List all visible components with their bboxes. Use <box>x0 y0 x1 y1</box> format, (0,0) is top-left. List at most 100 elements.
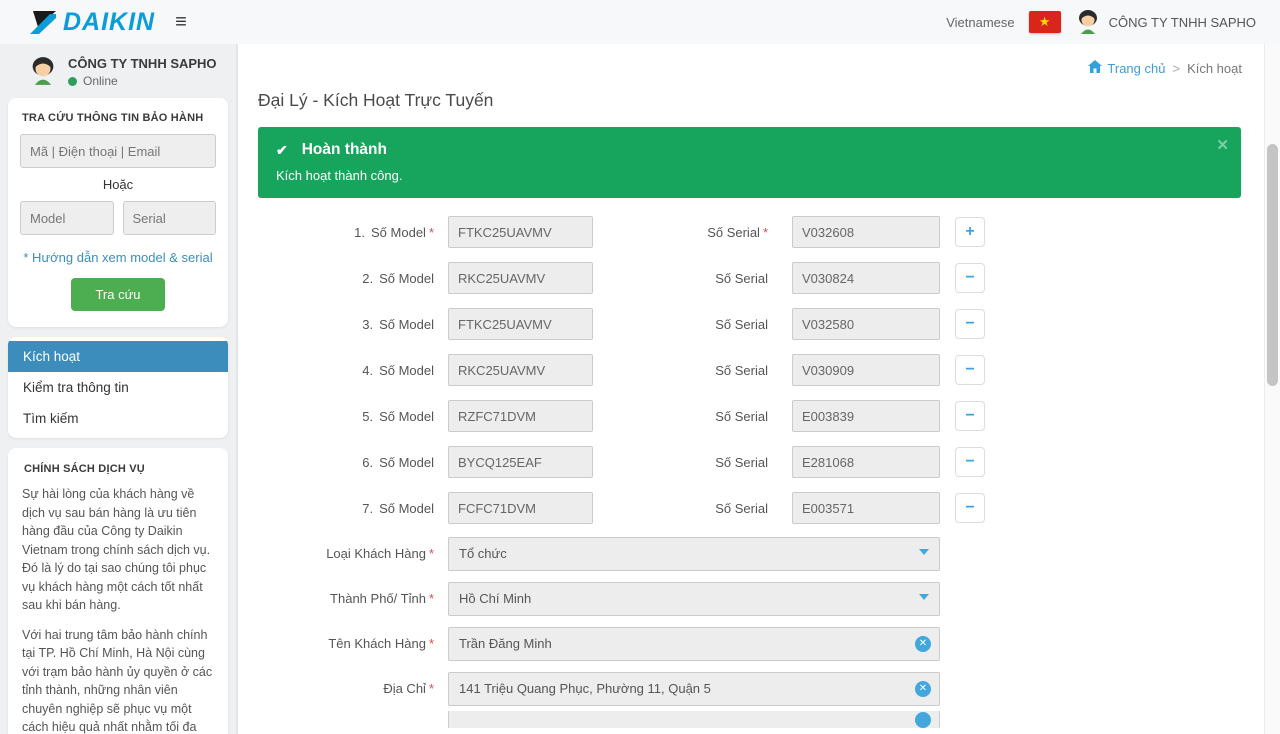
chevron-down-icon <box>919 594 929 600</box>
model-input-4[interactable] <box>448 354 593 386</box>
vertical-scrollbar[interactable] <box>1264 44 1280 734</box>
remove-unit-button[interactable]: − <box>955 401 985 431</box>
row-number: 6. <box>362 455 373 470</box>
clear-icon[interactable]: ✕ <box>915 636 931 652</box>
header-right: Vietnamese ★ CÔNG TY TNHH SAPHO <box>946 9 1256 35</box>
policy-paragraph-2: Với hai trung tâm bảo hành chính tại TP.… <box>22 626 214 734</box>
unit-row-4: 4.Số Model Số Serial − <box>258 347 1241 393</box>
sidebar-item-search[interactable]: Tìm kiếm <box>8 403 228 434</box>
model-label-text: Số Model <box>371 225 426 240</box>
header-user-menu[interactable]: CÔNG TY TNHH SAPHO <box>1075 9 1256 35</box>
policy-paragraph-1: Sự hài lòng của khách hàng về dịch vụ sa… <box>22 485 214 615</box>
customer-name-label: Tên Khách Hàng* <box>258 636 448 651</box>
model-input-5[interactable] <box>448 400 593 432</box>
alert-close-icon[interactable]: ✕ <box>1216 136 1229 154</box>
model-input-2[interactable] <box>448 262 593 294</box>
remove-unit-button[interactable]: − <box>955 355 985 385</box>
minus-icon: − <box>965 500 974 516</box>
breadcrumb-separator: > <box>1172 61 1180 76</box>
model-label-text: Số Model <box>379 501 434 516</box>
sidebar: CÔNG TY TNHH SAPHO Online TRA CỨU THÔNG … <box>0 44 237 734</box>
remove-unit-button[interactable]: − <box>955 493 985 523</box>
breadcrumb-home-link[interactable]: Trang chủ <box>1088 60 1165 76</box>
serial-input-3[interactable] <box>792 308 940 340</box>
unit-row-7: 7.Số Model Số Serial − <box>258 485 1241 531</box>
city-select[interactable]: Hồ Chí Minh <box>448 582 940 616</box>
serial-input-7[interactable] <box>792 492 940 524</box>
service-policy-card: CHÍNH SÁCH DỊCH VỤ Sự hài lòng của khách… <box>8 448 228 734</box>
city-row: Thành Phố/ Tỉnh* Hồ Chí Minh <box>258 576 1241 621</box>
daikin-logo-mark-icon <box>30 10 57 35</box>
model-input-6[interactable] <box>448 446 593 478</box>
cropped-input[interactable] <box>448 711 940 728</box>
sidebar-item-activate[interactable]: Kích hoạt <box>8 341 228 372</box>
row-number: 3. <box>362 317 373 332</box>
lookup-search-button[interactable]: Tra cứu <box>71 278 164 311</box>
city-label: Thành Phố/ Tỉnh* <box>258 591 448 606</box>
serial-input-1[interactable] <box>792 216 940 248</box>
next-field-row-cropped <box>258 711 1241 728</box>
serial-input-2[interactable] <box>792 262 940 294</box>
or-label: Hoặc <box>20 177 216 192</box>
online-status-label: Online <box>83 74 118 88</box>
language-label[interactable]: Vietnamese <box>946 15 1014 30</box>
header-user-name: CÔNG TY TNHH SAPHO <box>1109 15 1256 30</box>
serial-input-6[interactable] <box>792 446 940 478</box>
add-unit-button[interactable]: + <box>955 217 985 247</box>
serial-label-text: Số Serial <box>715 501 768 516</box>
customer-name-value: Trần Đăng Minh <box>459 636 552 651</box>
model-label: 1.Số Model* <box>258 225 448 240</box>
row-number: 1. <box>354 225 365 240</box>
activation-form: 1.Số Model* Số Serial* + 2.Số Model Số S… <box>258 209 1241 728</box>
main-content: Trang chủ > Kích hoạt Đại Lý - Kích Hoạt… <box>237 44 1264 734</box>
customer-type-select[interactable]: Tổ chức <box>448 537 940 571</box>
required-marker: * <box>763 225 768 240</box>
address-value: 141 Triệu Quang Phục, Phường 11, Quận 5 <box>459 681 711 696</box>
model-label-text: Số Model <box>379 317 434 332</box>
model-input-1[interactable] <box>448 216 593 248</box>
serial-input-4[interactable] <box>792 354 940 386</box>
customer-name-input[interactable]: Trần Đăng Minh <box>448 627 940 661</box>
customer-name-row: Tên Khách Hàng* Trần Đăng Minh ✕ <box>258 621 1241 666</box>
sidebar-item-check-info[interactable]: Kiểm tra thông tin <box>8 372 228 403</box>
remove-unit-button[interactable]: − <box>955 263 985 293</box>
model-serial-guide-link[interactable]: * Hướng dẫn xem model & serial <box>20 250 216 265</box>
hamburger-menu-icon[interactable]: ≡ <box>175 12 187 32</box>
address-label: Địa Chỉ* <box>258 681 448 696</box>
address-row: Địa Chỉ* 141 Triệu Quang Phục, Phường 11… <box>258 666 1241 711</box>
serial-label: Số Serial <box>593 409 792 424</box>
serial-label: Số Serial* <box>593 225 792 240</box>
serial-label-text: Số Serial <box>707 225 760 240</box>
serial-input-5[interactable] <box>792 400 940 432</box>
scrollbar-thumb[interactable] <box>1267 144 1278 386</box>
warranty-lookup-card: TRA CỨU THÔNG TIN BẢO HÀNH Hoặc * Hướng … <box>8 98 228 327</box>
page-title: Đại Lý - Kích Hoạt Trực Tuyến <box>258 90 1264 111</box>
daikin-logo[interactable]: DAIKIN <box>30 8 155 37</box>
remove-unit-button[interactable]: − <box>955 447 985 477</box>
address-input[interactable]: 141 Triệu Quang Phục, Phường 11, Quận 5 <box>448 672 940 706</box>
required-marker: * <box>429 546 434 561</box>
breadcrumb-home-label: Trang chủ <box>1107 61 1165 76</box>
clear-icon[interactable]: ✕ <box>915 681 931 697</box>
row-number: 2. <box>362 271 373 286</box>
sidebar-user-name: CÔNG TY TNHH SAPHO <box>68 56 217 71</box>
model-input-3[interactable] <box>448 308 593 340</box>
sidebar-user-panel: CÔNG TY TNHH SAPHO Online <box>0 44 236 98</box>
serial-label-text: Số Serial <box>715 271 768 286</box>
vietnam-flag-icon[interactable]: ★ <box>1029 11 1061 33</box>
lookup-code-input[interactable] <box>20 134 216 168</box>
success-alert: ✔ Hoàn thành Kích hoạt thành công. ✕ <box>258 127 1241 198</box>
model-label-text: Số Model <box>379 409 434 424</box>
serial-label-text: Số Serial <box>715 409 768 424</box>
lookup-serial-input[interactable] <box>123 201 217 235</box>
unit-row-5: 5.Số Model Số Serial − <box>258 393 1241 439</box>
serial-label: Số Serial <box>593 271 792 286</box>
model-input-7[interactable] <box>448 492 593 524</box>
unit-row-3: 3.Số Model Số Serial − <box>258 301 1241 347</box>
model-label: 7.Số Model <box>258 501 448 516</box>
lookup-model-input[interactable] <box>20 201 114 235</box>
remove-unit-button[interactable]: − <box>955 309 985 339</box>
serial-label: Số Serial <box>593 501 792 516</box>
online-status-icon <box>68 77 77 86</box>
clear-icon[interactable] <box>915 712 931 728</box>
